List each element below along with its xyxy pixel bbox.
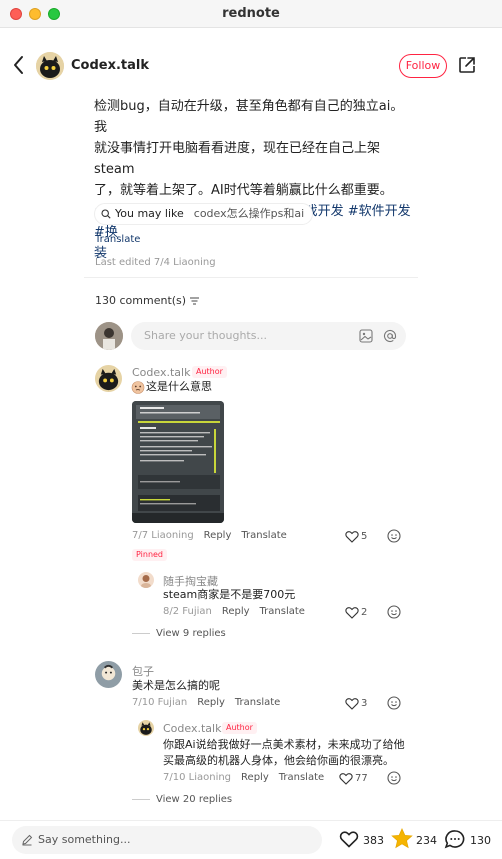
comment-text: steam商家是不是要700元 <box>163 588 296 601</box>
divider <box>84 277 418 278</box>
commenter-name[interactable]: Codex.talk <box>163 722 221 735</box>
comment-text-row: 这是什么意思 <box>131 379 212 395</box>
reply-button[interactable]: Reply <box>197 697 225 708</box>
heart-icon[interactable] <box>339 772 353 785</box>
comment-date: 7/7 Liaoning <box>132 530 194 541</box>
comment-count-label: 130 comment(s) <box>95 294 187 307</box>
comment-text: 你跟Ai说给我做好一点美术素材，未来成功了给他 <box>163 738 405 751</box>
scroll-content[interactable]: 检测bug，自动在升级，甚至角色都有自己的独立ai。我 就没事情打开电脑看看进度… <box>0 90 502 820</box>
bottom-action-bar: Say something... 383 234 130 <box>0 820 502 859</box>
search-icon <box>101 209 111 219</box>
comment-image[interactable] <box>132 401 224 523</box>
comment-meta: 8/2 Fujian Reply Translate <box>163 606 305 617</box>
translate-button[interactable]: Translate <box>241 530 286 541</box>
reply-button[interactable]: Reply <box>222 606 250 617</box>
last-edited: Last edited 7/4 Liaoning <box>95 257 216 268</box>
confused-emoji-icon <box>131 380 145 394</box>
comment-count[interactable]: 130 comment(s) <box>95 294 200 307</box>
you-may-like-chip[interactable]: You may like codex怎么操作ps和ai <box>94 203 314 225</box>
comment-text: 美术是怎么搞的呢 <box>132 679 220 692</box>
commenter-avatar[interactable] <box>138 572 154 588</box>
commenter-avatar[interactable] <box>95 365 122 392</box>
pencil-icon <box>22 834 33 846</box>
sort-icon <box>190 297 200 304</box>
collect-star-icon[interactable] <box>391 828 413 849</box>
emoji-reaction-icon[interactable] <box>387 696 401 710</box>
emoji-reaction-icon[interactable] <box>387 529 401 543</box>
comment-bubble-icon[interactable] <box>444 829 466 850</box>
comment-date: 8/2 Fujian <box>163 606 212 617</box>
share-icon[interactable] <box>458 56 476 74</box>
view-replies-label: View 20 replies <box>156 794 233 805</box>
commenter-avatar[interactable] <box>138 720 154 736</box>
translate-button[interactable]: Translate <box>279 772 324 783</box>
pinned-badge: Pinned <box>132 549 168 561</box>
like-total: 383 <box>363 834 384 847</box>
comment-meta: 7/7 Liaoning Reply Translate <box>132 530 287 541</box>
author-badge: Author <box>222 722 257 734</box>
translate-button[interactable]: Translate <box>260 606 305 617</box>
post-line: 就没事情打开电脑看看进度，现在已经在自己上架steam <box>94 141 381 177</box>
like-heart-icon[interactable] <box>339 830 359 848</box>
you-may-like-query: codex怎么操作ps和ai <box>193 207 305 220</box>
view-replies-label: View 9 replies <box>156 628 226 639</box>
post-body: 检测bug，自动在升级，甚至角色都有自己的独立ai。我 就没事情打开电脑看看进度… <box>94 90 414 264</box>
author-badge: Author <box>192 366 227 378</box>
emoji-reaction-icon[interactable] <box>387 605 401 619</box>
mention-icon[interactable] <box>383 329 397 343</box>
follow-button[interactable]: Follow <box>399 54 447 78</box>
back-arrow-icon[interactable] <box>10 54 28 76</box>
comment-text: 这是什么意思 <box>146 380 212 393</box>
comment-date: 7/10 Fujian <box>132 697 188 708</box>
like-count: 2 <box>361 607 368 618</box>
view-replies-link[interactable]: View 9 replies <box>132 628 226 639</box>
post-header: Codex.talk Follow <box>0 40 502 90</box>
commenter-avatar[interactable] <box>95 661 122 688</box>
author-avatar[interactable] <box>36 52 64 80</box>
comment-meta: 7/10 Fujian Reply Translate <box>132 697 280 708</box>
like-count: 5 <box>361 531 368 542</box>
post-line: 了，就等着上架了。AI时代等着躺赢比什么都重要。 <box>94 183 393 198</box>
author-name[interactable]: Codex.talk <box>71 58 149 73</box>
comment-date: 7/10 Liaoning <box>163 772 232 783</box>
comment-text-cont: 买最高级的机器人身体，他会给你画的很漂亮。 <box>163 754 394 767</box>
view-replies-link[interactable]: View 20 replies <box>132 794 232 805</box>
commenter-name[interactable]: 包子 <box>132 663 154 679</box>
heart-icon[interactable] <box>345 697 359 710</box>
heart-icon[interactable] <box>345 606 359 619</box>
emoji-reaction-icon[interactable] <box>387 771 401 785</box>
say-something-input[interactable]: Say something... <box>12 826 322 854</box>
window-title: rednote <box>222 6 280 21</box>
you-may-like-label: You may like <box>115 207 184 220</box>
reply-button[interactable]: Reply <box>204 530 232 541</box>
comment-total: 130 <box>470 834 491 847</box>
like-count: 77 <box>355 773 368 784</box>
like-count: 3 <box>361 698 368 709</box>
commenter-name[interactable]: Codex.talk <box>132 366 190 379</box>
heart-icon[interactable] <box>345 530 359 543</box>
collect-total: 234 <box>416 834 437 847</box>
translate-button[interactable]: Translate <box>235 697 280 708</box>
image-icon[interactable] <box>359 329 373 343</box>
reply-button[interactable]: Reply <box>241 772 269 783</box>
translate-post-link[interactable]: Translate <box>95 234 140 245</box>
window-titlebar: rednote <box>0 0 502 28</box>
comment-meta: 7/10 Liaoning Reply Translate <box>163 772 324 783</box>
post-line: 检测bug，自动在升级，甚至角色都有自己的独立ai。我 <box>94 99 404 135</box>
my-avatar <box>95 322 123 350</box>
